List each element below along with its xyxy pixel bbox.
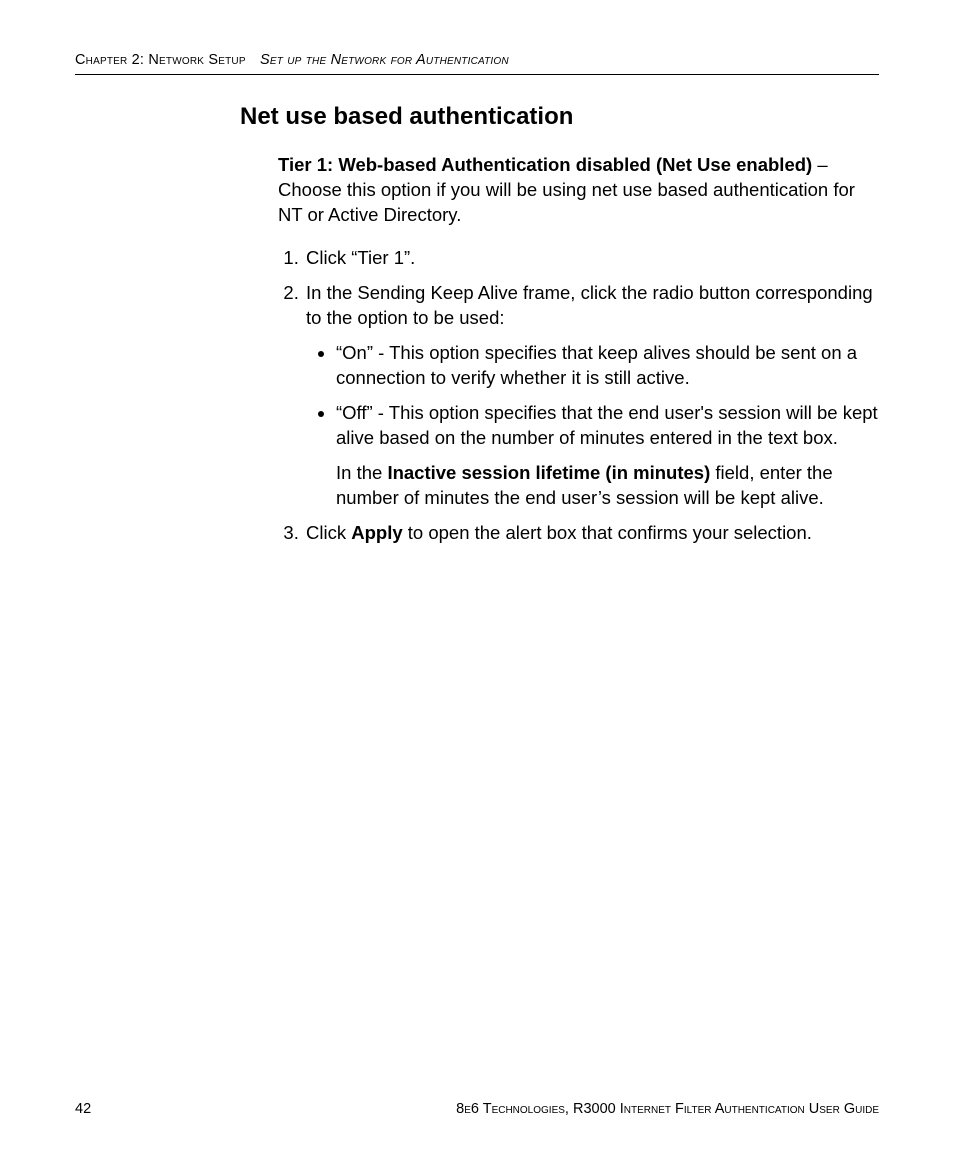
off-note-bold: Inactive session lifetime (in minutes): [387, 462, 710, 483]
step-2-intro: In the Sending Keep Alive frame, click t…: [306, 282, 873, 328]
step-2-bullets: “On” - This option specifies that keep a…: [306, 341, 879, 511]
bullet-off-text: “Off” - This option specifies that the e…: [336, 402, 878, 448]
steps-list: Click “Tier 1”. In the Sending Keep Aliv…: [278, 246, 879, 546]
bullet-off-note: In the Inactive session lifetime (in min…: [336, 461, 879, 511]
step-3: Click Apply to open the alert box that c…: [304, 521, 879, 546]
step-2: In the Sending Keep Alive frame, click t…: [304, 281, 879, 511]
intro-bold: Tier 1: Web-based Authentication disable…: [278, 154, 812, 175]
header-section: Set up the Network for Authentication: [260, 52, 509, 68]
header-chapter: Chapter 2: Network Setup: [75, 52, 246, 68]
off-note-pre: In the: [336, 462, 387, 483]
step-3-bold: Apply: [351, 522, 402, 543]
step-1-text: Click “Tier 1”.: [306, 247, 415, 268]
section-heading: Net use based authentication: [240, 103, 879, 131]
page-footer: 42 8e6 Technologies, R3000 Internet Filt…: [75, 1101, 879, 1117]
running-header: Chapter 2: Network Setup Set up the Netw…: [75, 52, 879, 75]
bullet-off: “Off” - This option specifies that the e…: [336, 401, 879, 511]
intro-paragraph: Tier 1: Web-based Authentication disable…: [278, 153, 879, 228]
step-3-post: to open the alert box that confirms your…: [403, 522, 812, 543]
bullet-on-text: “On” - This option specifies that keep a…: [336, 342, 857, 388]
page-number: 42: [75, 1101, 91, 1117]
step-3-pre: Click: [306, 522, 351, 543]
step-1: Click “Tier 1”.: [304, 246, 879, 271]
bullet-on: “On” - This option specifies that keep a…: [336, 341, 879, 391]
footer-right: 8e6 Technologies, R3000 Internet Filter …: [456, 1101, 879, 1117]
